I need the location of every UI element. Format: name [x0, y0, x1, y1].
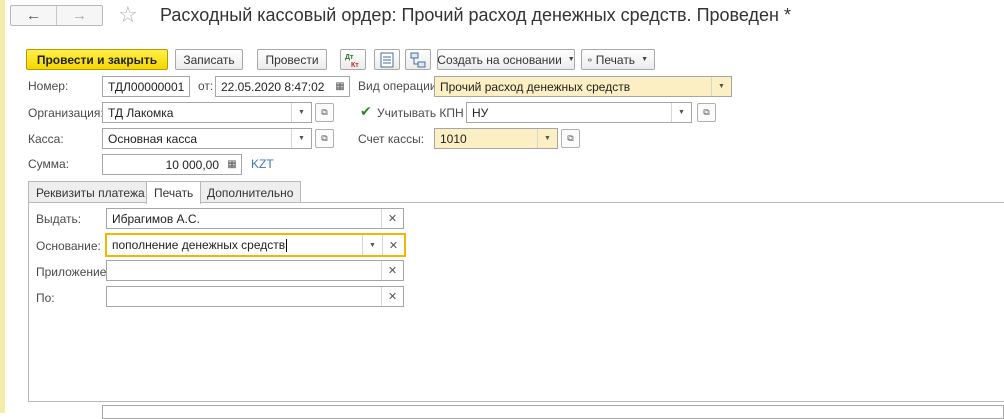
basis-label: Основание:: [36, 239, 101, 253]
arrow-left-icon: ←: [26, 7, 41, 24]
chevron-down-icon: ▼: [641, 56, 648, 63]
svg-text:Кт: Кт: [351, 62, 359, 68]
kpn-checkbox[interactable]: ✔: [360, 103, 372, 120]
cash-field[interactable]: Основная касса ▼: [102, 128, 312, 149]
kpn-field[interactable]: НУ ▼: [466, 102, 692, 123]
date-value: 22.05.2020 8:47:02: [221, 79, 325, 94]
forward-button[interactable]: →: [56, 6, 102, 25]
back-button[interactable]: ←: [11, 6, 56, 25]
issue-value: Ибрагимов А.С.: [112, 211, 200, 226]
chevron-down-icon[interactable]: ▼: [537, 129, 557, 148]
tab-print[interactable]: Печать: [146, 181, 202, 204]
date-label: от:: [198, 79, 214, 93]
issue-field[interactable]: Ибрагимов А.С. ✕: [106, 208, 404, 229]
attachment-label: Приложение:: [36, 265, 110, 279]
by-label: По:: [36, 291, 55, 305]
text-caret: [286, 238, 288, 252]
clear-icon[interactable]: ✕: [381, 209, 403, 228]
sum-value: 10 000,00: [165, 157, 219, 172]
dt-kt-icon: Дт Кт: [345, 54, 359, 68]
organization-label: Организация:: [28, 106, 104, 120]
sum-label: Сумма:: [28, 157, 70, 171]
operation-type-select[interactable]: Прочий расход денежных средств ▼: [434, 76, 732, 97]
clear-icon[interactable]: ✕: [381, 261, 403, 280]
open-window-icon: ⧉: [567, 133, 574, 143]
number-label: Номер:: [28, 79, 69, 93]
post-button[interactable]: Провести: [257, 49, 327, 70]
number-field[interactable]: ТДЛ00000001: [102, 76, 190, 97]
print-button[interactable]: Печать ▼: [581, 49, 655, 70]
cash-value: Основная касса: [108, 131, 198, 146]
calendar-icon[interactable]: ▦: [331, 77, 349, 96]
chevron-down-icon[interactable]: ▼: [362, 235, 382, 255]
date-field[interactable]: 22.05.2020 8:47:02 ▦: [215, 76, 350, 97]
issue-label: Выдать:: [36, 212, 82, 226]
chevron-down-icon: ▼: [567, 56, 575, 63]
nav-buttons: ← →: [10, 5, 103, 26]
cash-label: Касса:: [28, 132, 64, 146]
open-organization-button[interactable]: ⧉: [315, 103, 334, 122]
clear-icon[interactable]: ✕: [382, 235, 404, 255]
chevron-down-icon[interactable]: ▼: [711, 77, 731, 96]
calculator-icon[interactable]: ▦: [223, 155, 241, 174]
hierarchy-icon: [410, 52, 426, 67]
post-and-close-button[interactable]: Провести и закрыть: [26, 49, 168, 70]
svg-text:Дт: Дт: [345, 54, 354, 61]
cash-account-field[interactable]: 1010 ▼: [434, 128, 558, 149]
print-label: Печать: [595, 52, 636, 67]
arrow-right-icon: →: [72, 7, 87, 24]
report-list-button[interactable]: [374, 49, 400, 70]
tab-payment-details[interactable]: Реквизиты платежа: [28, 181, 153, 203]
basis-value: пополнение денежных средств: [112, 238, 286, 252]
sum-field[interactable]: 10 000,00 ▦: [102, 154, 242, 175]
organization-field[interactable]: ТД Лакомка ▼: [102, 102, 312, 123]
save-button[interactable]: Записать: [175, 49, 243, 70]
printer-icon: [588, 57, 592, 62]
create-based-label: Создать на основании: [437, 52, 562, 67]
basis-field[interactable]: пополнение денежных средств ▼ ✕: [105, 233, 406, 257]
cash-account-label: Счет кассы:: [358, 132, 425, 146]
currency-link[interactable]: KZT: [251, 157, 274, 171]
operation-label: Вид операции:: [358, 79, 440, 93]
structure-button[interactable]: [405, 49, 431, 70]
left-accent-bar: [0, 0, 5, 413]
dt-kt-button[interactable]: Дт Кт: [340, 49, 366, 70]
attachment-field[interactable]: ✕: [106, 260, 404, 281]
open-window-icon: ⧉: [321, 107, 328, 117]
create-based-on-button[interactable]: Создать на основании ▼: [437, 49, 575, 70]
comment-field[interactable]: [102, 405, 1004, 419]
cash-account-value: 1010: [440, 131, 467, 146]
operation-value: Прочий расход денежных средств: [440, 79, 631, 94]
open-window-icon: ⧉: [321, 133, 328, 143]
window-title: Расходный кассовый ордер: Прочий расход …: [160, 5, 791, 25]
kpn-value: НУ: [472, 105, 489, 120]
open-cash-account-button[interactable]: ⧉: [561, 129, 580, 148]
tab-additional[interactable]: Дополнительно: [199, 181, 302, 203]
chevron-down-icon[interactable]: ▼: [671, 103, 691, 122]
favorite-star-icon[interactable]: ☆: [118, 3, 138, 27]
organization-value: ТД Лакомка: [108, 105, 174, 120]
kpn-label: Учитывать КПН: [377, 106, 464, 120]
document-list-icon: [380, 52, 394, 67]
chevron-down-icon[interactable]: ▼: [291, 103, 311, 122]
open-cash-button[interactable]: ⧉: [315, 129, 334, 148]
by-field[interactable]: ✕: [106, 286, 404, 307]
open-window-icon: ⧉: [703, 107, 710, 117]
clear-icon[interactable]: ✕: [381, 287, 403, 306]
open-kpn-button[interactable]: ⧉: [697, 103, 716, 122]
chevron-down-icon[interactable]: ▼: [291, 129, 311, 148]
